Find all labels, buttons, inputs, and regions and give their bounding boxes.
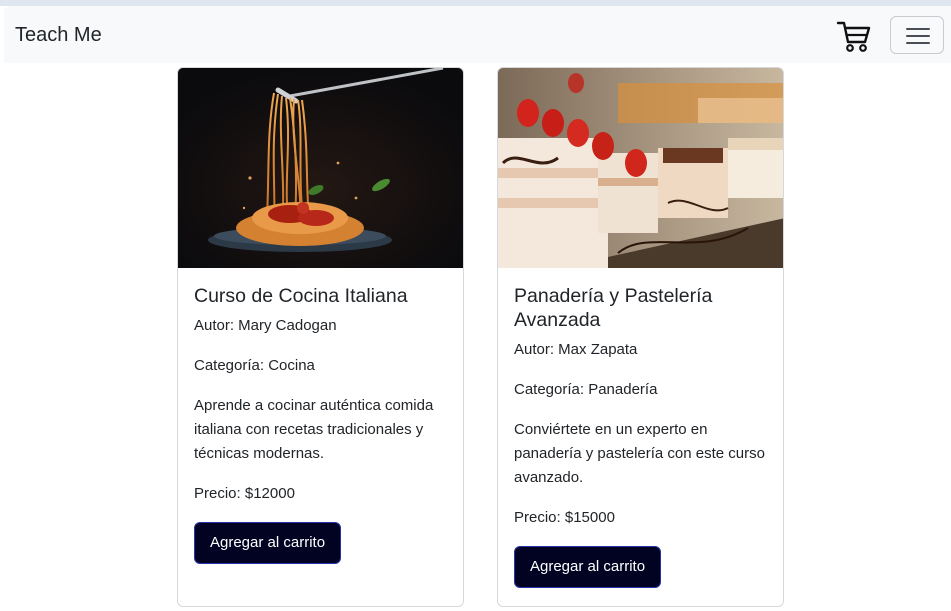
course-title: Panadería y Pastelería Avanzada [514, 285, 713, 331]
course-title: Curso de Cocina Italiana [194, 285, 408, 307]
menu-toggle-button[interactable] [890, 16, 944, 54]
course-image-spaghetti [178, 68, 463, 268]
course-price: Precio: $15000 [514, 509, 615, 526]
course-author: Autor: Max Zapata [514, 341, 638, 358]
add-to-cart-button[interactable]: Agregar al carrito [194, 522, 342, 564]
course-image-pastries [498, 68, 783, 268]
course-author: Autor: Mary Cadogan [194, 317, 337, 334]
navbar: Teach Me [4, 6, 951, 63]
course-price: Precio: $12000 [194, 485, 295, 502]
shopping-cart-icon[interactable] [836, 18, 872, 54]
course-category: Categoría: Panadería [514, 381, 658, 398]
add-to-cart-button[interactable]: Agregar al carrito [514, 546, 662, 588]
course-category: Categoría: Cocina [194, 357, 315, 374]
course-description: Conviértete en un experto en panadería y… [514, 421, 765, 486]
course-card-bakery: Panadería y Pastelería Avanzada Autor: M… [497, 67, 784, 607]
navbar-brand[interactable]: Teach Me [15, 23, 102, 47]
course-description: Aprende a cocinar auténtica comida itali… [194, 397, 434, 462]
course-card-italian: Curso de Cocina Italiana Autor: Mary Cad… [177, 67, 464, 607]
